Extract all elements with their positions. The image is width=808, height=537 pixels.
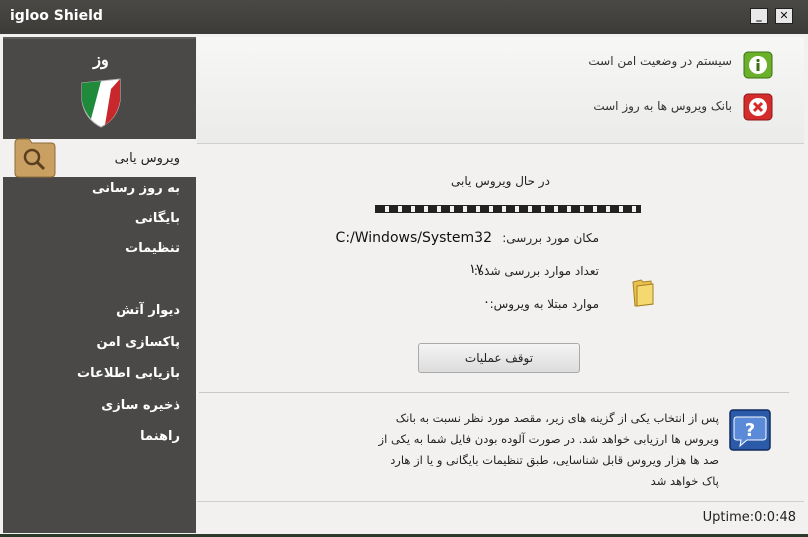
- minimize-button[interactable]: _: [750, 8, 768, 24]
- sidebar-item-settings[interactable]: تنظیمات: [125, 241, 180, 256]
- divider: [199, 392, 789, 393]
- window-title: igloo Shield: [10, 8, 103, 24]
- svg-text:?: ?: [745, 420, 755, 441]
- error-icon: [743, 93, 773, 121]
- sidebar-item-storage[interactable]: ذخیره سازی: [101, 398, 180, 413]
- scan-location-label: مکان مورد بررسی:: [502, 231, 599, 245]
- system-status-text: سیستم در وضعیت امن است: [588, 54, 732, 68]
- sidebar-item-update[interactable]: به روز رسانی: [92, 181, 180, 196]
- close-button[interactable]: ✕: [775, 8, 793, 24]
- scan-panel: در حال ویروس یابی مکان مورد بررسی: C:/Wi…: [197, 144, 804, 500]
- sidebar-item-label: ویروس یابی: [114, 151, 180, 166]
- status-bar: Uptime:0:0:48: [197, 501, 804, 532]
- scan-title: در حال ویروس یابی: [451, 174, 550, 188]
- sidebar: ﻭﺯ ویروس یابی به روز رسانی بایگانی تنظیم…: [3, 37, 196, 533]
- stop-scan-button[interactable]: توقف عملیات: [418, 343, 580, 373]
- sidebar-item-data-recovery[interactable]: بازیابی اطلاعات: [77, 366, 180, 381]
- magnifier-folder-icon: [14, 138, 56, 178]
- scanned-count-label: تعداد موارد بررسی شده:: [473, 264, 599, 278]
- info-icon: [743, 51, 773, 79]
- title-bar[interactable]: igloo Shield _ ✕: [0, 0, 808, 34]
- shield-logo-icon: ﻭﺯ: [81, 50, 121, 128]
- virus-db-status-text: بانک ویروس ها به روز است: [593, 99, 732, 113]
- uptime-text: Uptime:0:0:48: [702, 510, 796, 525]
- sidebar-item-archive[interactable]: بایگانی: [135, 211, 180, 226]
- svg-text:ﻭﺯ: ﻭﺯ: [92, 50, 108, 70]
- folder-icon: [632, 279, 654, 307]
- infected-count-label: موارد مبتلا به ویروس:: [489, 297, 599, 311]
- scanned-count-value: ۱۷۰: [469, 262, 490, 277]
- sidebar-item-scan[interactable]: ویروس یابی: [3, 138, 196, 178]
- help-description: پس از انتخاب یکی از گزینه های زیر، مقصد …: [378, 411, 719, 488]
- sidebar-item-firewall[interactable]: دیوار آتش: [116, 303, 180, 318]
- infected-count-value: ۰: [483, 295, 490, 310]
- sidebar-item-help[interactable]: راهنما: [140, 429, 180, 444]
- scan-progress-bar: [375, 205, 641, 213]
- status-panel: سیستم در وضعیت امن است بانک ویروس ها به …: [197, 37, 804, 144]
- app-window: igloo Shield _ ✕ ﻭﺯ ویروس یابی به روز رس…: [0, 0, 808, 534]
- scan-location-value: C:/Windows/System32: [335, 230, 492, 246]
- sidebar-item-secure-wipe[interactable]: پاکسازی امن: [96, 335, 180, 350]
- question-icon: ?: [729, 409, 771, 451]
